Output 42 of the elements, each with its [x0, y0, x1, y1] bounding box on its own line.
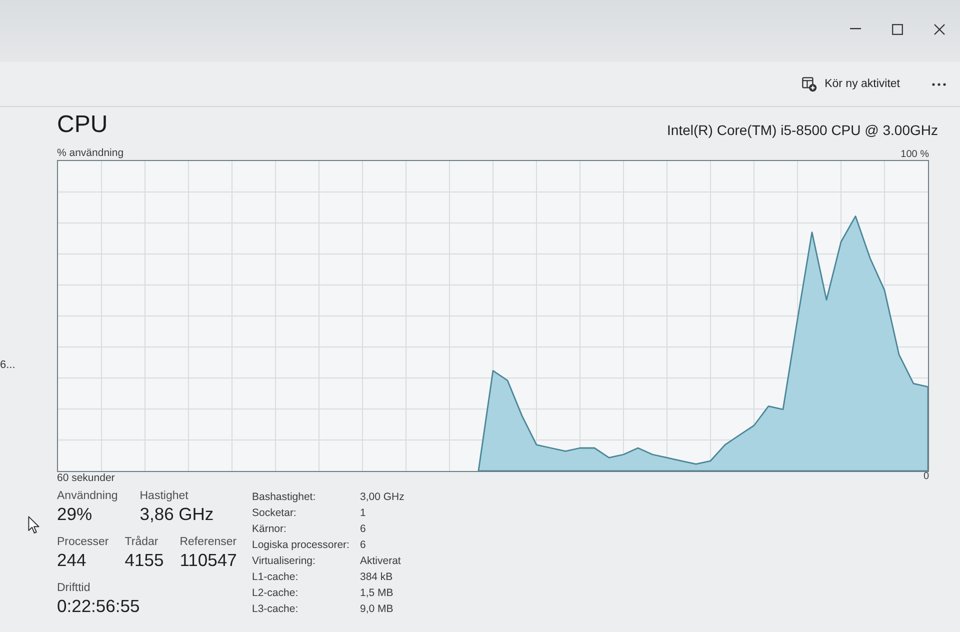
detail-value: 6	[360, 538, 367, 552]
stat-value: 4155	[124, 550, 164, 571]
minimize-icon	[850, 28, 860, 30]
detail-label: L1-cache:	[252, 570, 300, 584]
maximize-icon	[892, 24, 902, 34]
stat-label: Referenser	[180, 535, 237, 549]
detail-label: Bashastighet:	[252, 490, 317, 504]
more-icon	[932, 82, 946, 86]
close-icon	[934, 24, 944, 34]
detail-label: Virtualisering:	[252, 554, 316, 568]
axis-label: 60 sekunder	[57, 472, 115, 485]
detail-value: 1	[360, 506, 367, 520]
mouse-pointer-icon	[28, 516, 40, 534]
detail-value: 3,00 GHz	[360, 490, 404, 504]
detail-label: L3-cache:	[252, 602, 300, 616]
detail-value: 6	[360, 522, 367, 536]
axis-tick-label: 100 %	[900, 150, 929, 160]
detail-label: Logiska processorer:	[252, 538, 350, 552]
cpu-model-name: Intel(R) Core(TM) i5-8500 CPU @ 3.00GHz	[667, 122, 938, 139]
run-new-task-button[interactable]: Kör ny aktivitet	[796, 72, 906, 96]
sidebar-item[interactable]: 6...	[0, 359, 16, 371]
stat-label: Processer	[57, 535, 109, 549]
stat-label: Trådar	[124, 535, 160, 549]
detail-label: L2-cache:	[252, 586, 300, 600]
axis-label: % användning	[57, 147, 124, 160]
stat-label: Hastighet	[140, 489, 190, 503]
stat-value: 29%	[57, 504, 94, 525]
detail-value: Aktiverat	[360, 554, 402, 568]
stat-value: 244	[57, 550, 88, 571]
window-plus-icon	[802, 76, 817, 92]
stat-value: 110547	[180, 550, 237, 571]
stat-label: Användning	[57, 489, 118, 503]
stat-value: 3,86 GHz	[140, 504, 214, 525]
stat-value: 0:22:56:55	[57, 596, 140, 617]
detail-label: Socketar:	[252, 506, 298, 520]
detail-value: 9,0 MB	[360, 602, 394, 616]
detail-label: Kärnor:	[252, 522, 288, 536]
page-title: CPU	[57, 111, 108, 139]
axis-tick-label: 0	[923, 472, 929, 482]
detail-value: 1,5 MB	[360, 586, 394, 600]
stat-label: Drifttid	[57, 581, 92, 595]
detail-value: 384 kB	[360, 570, 394, 584]
